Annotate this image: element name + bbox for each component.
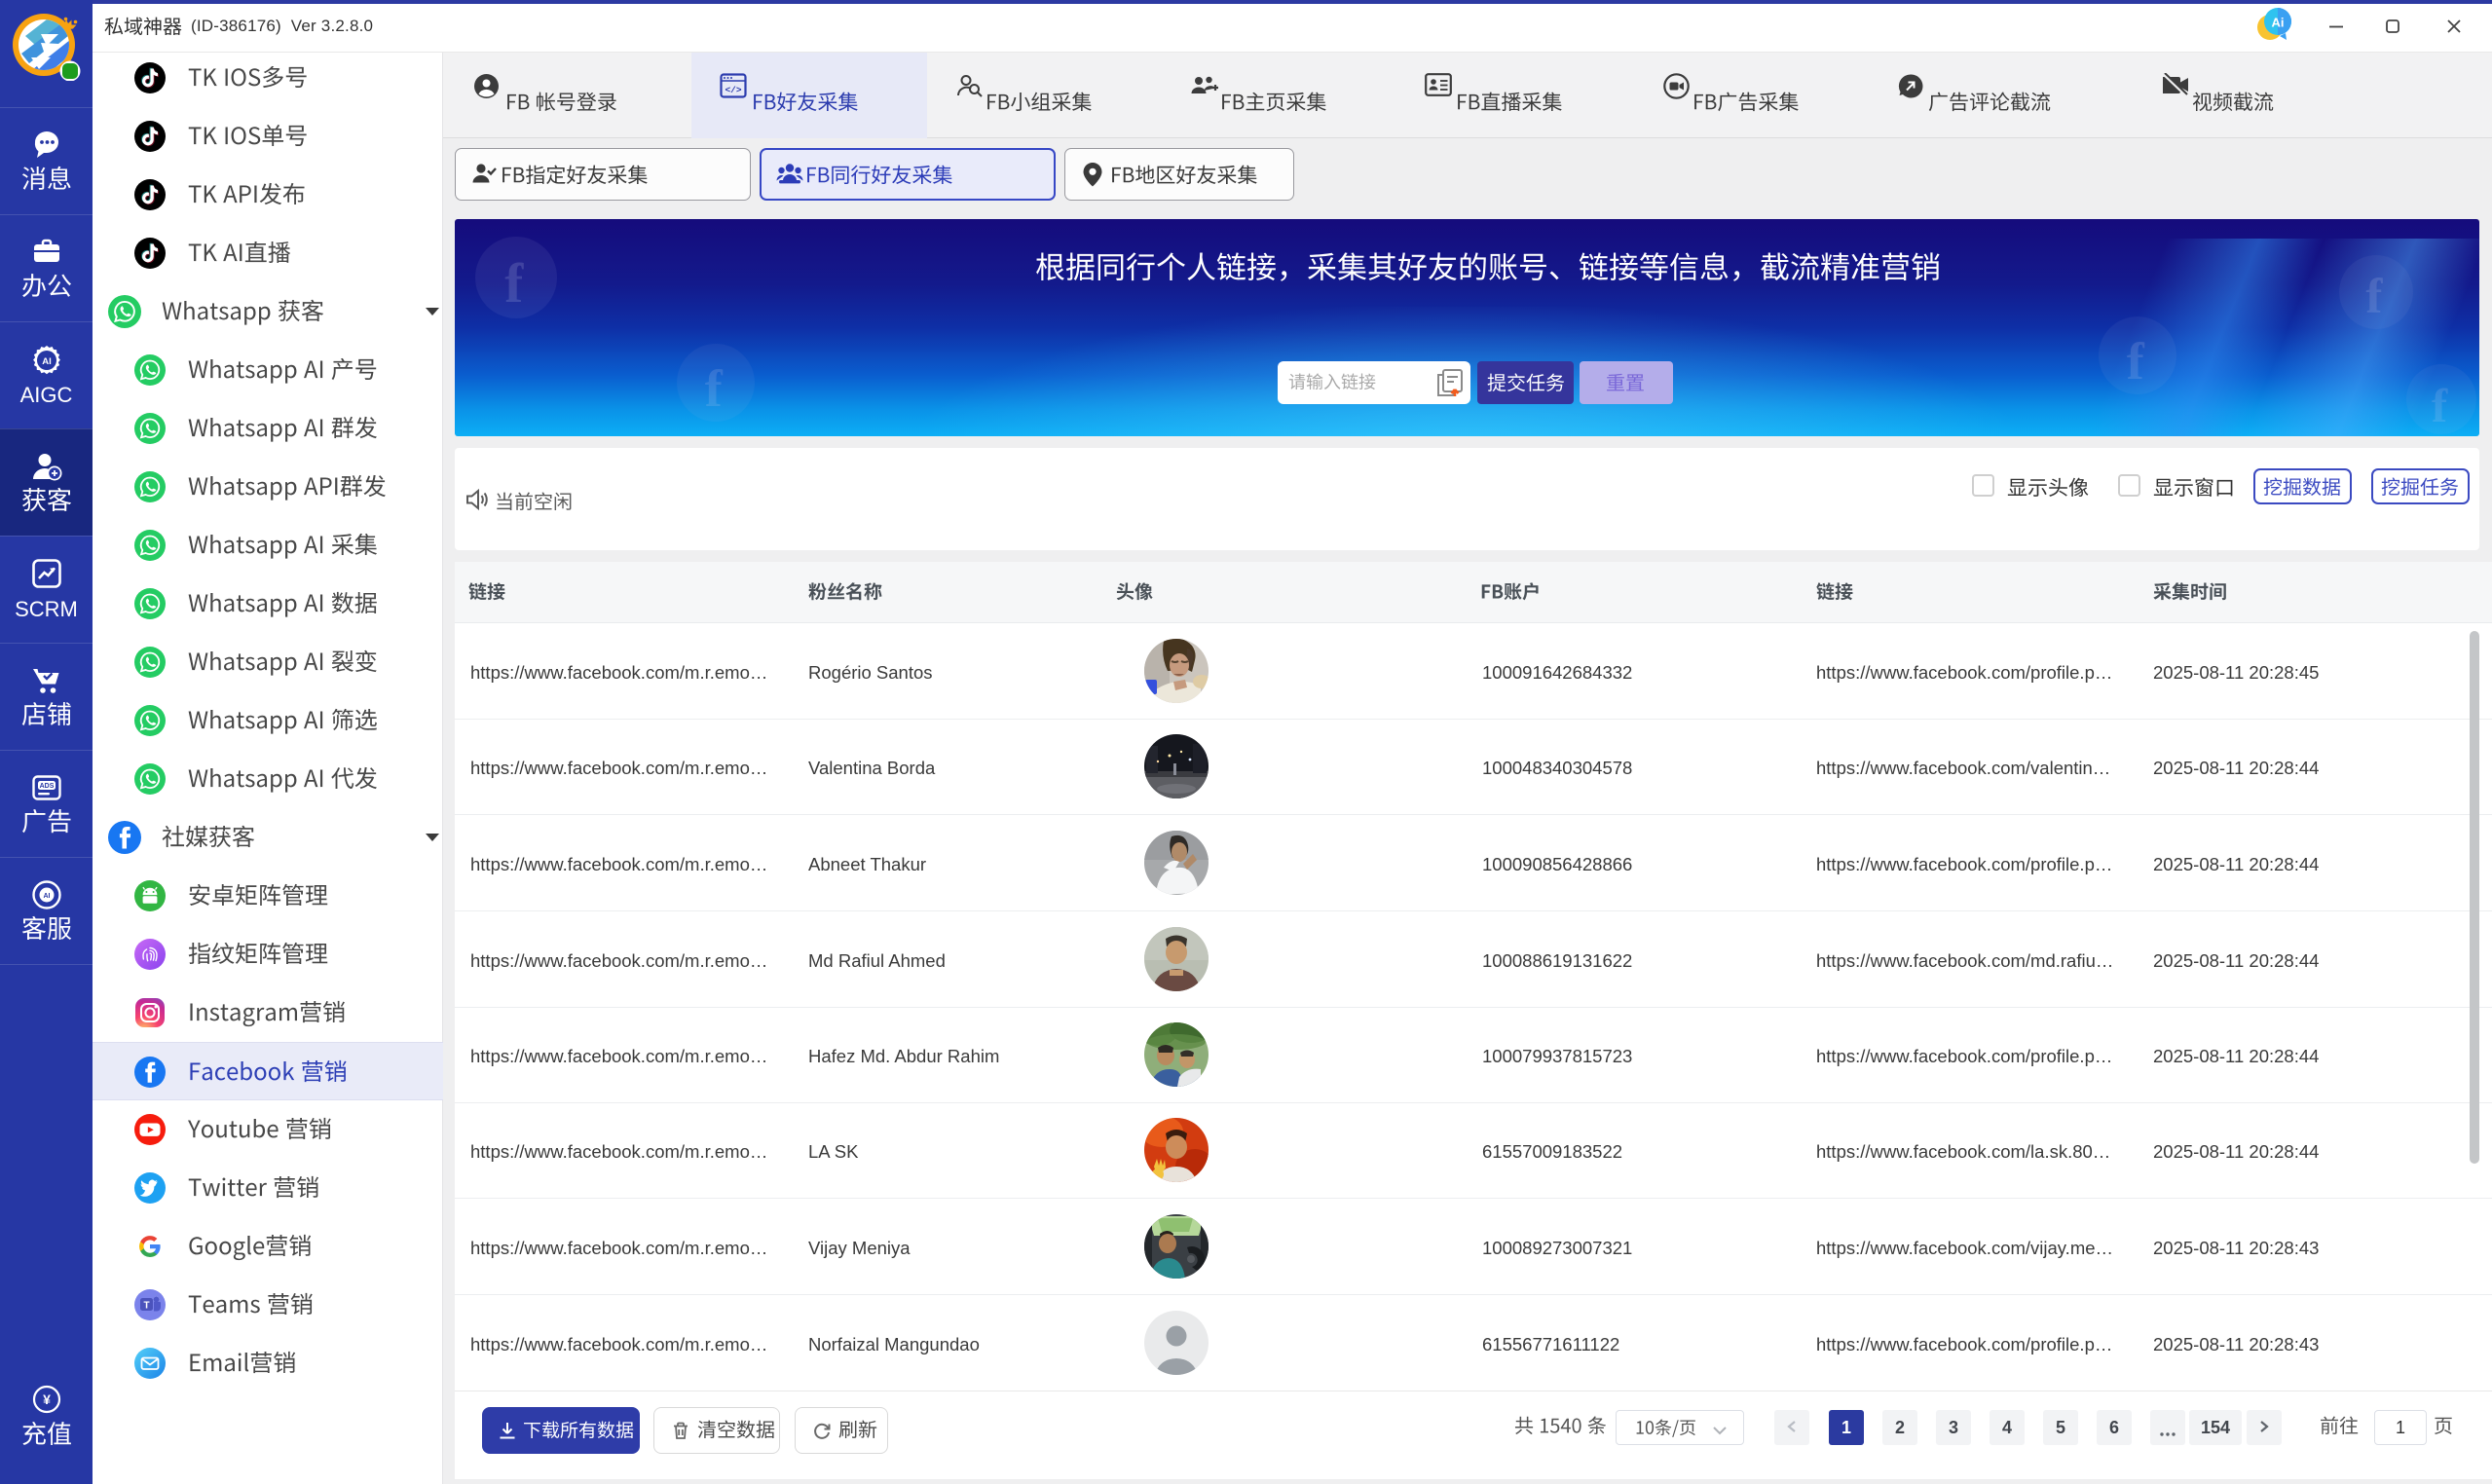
svg-text:AI: AI (43, 893, 50, 900)
svg-text:</>: </> (725, 85, 741, 95)
svg-text:ADS: ADS (39, 783, 54, 790)
svg-text:¥: ¥ (43, 1391, 51, 1407)
svg-text:AI: AI (42, 356, 52, 367)
svg-text:T: T (143, 1301, 149, 1312)
svg-text:Ai: Ai (2272, 16, 2285, 30)
